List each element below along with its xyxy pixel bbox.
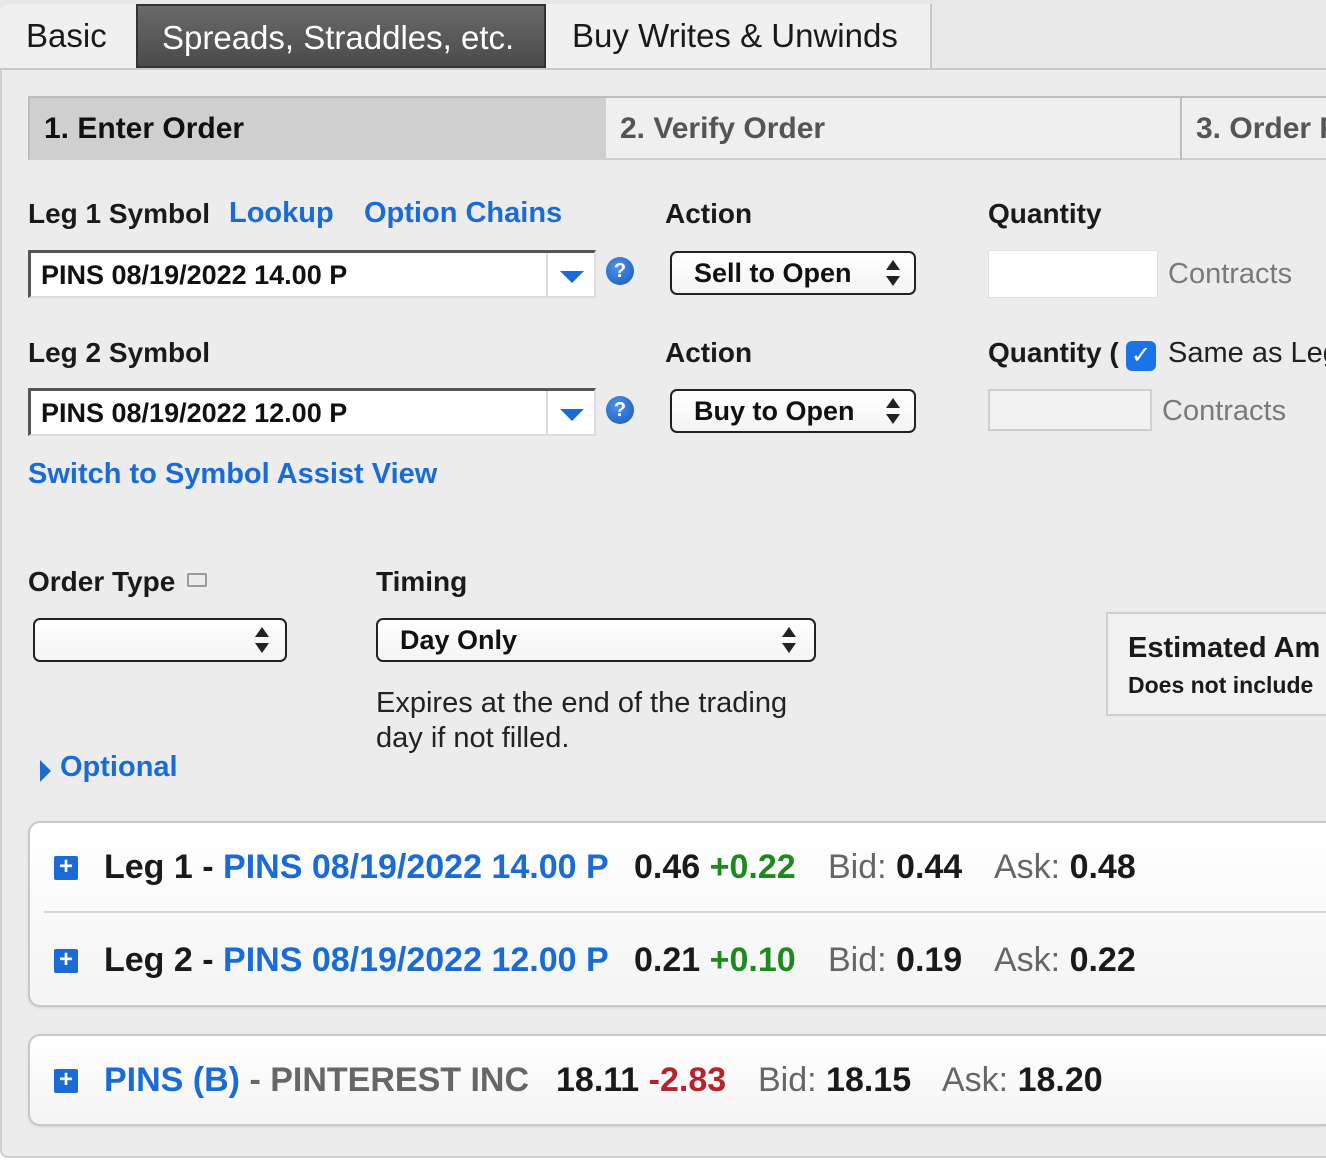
leg2-quote-symbol-link[interactable]: PINS 08/19/2022 12.00 P xyxy=(223,941,609,979)
timing-label: Timing xyxy=(376,566,468,597)
step-enter-order: 1. Enter Order xyxy=(30,98,606,160)
estimated-amount-title: Estimated Am xyxy=(1128,632,1321,664)
select-arrows-icon xyxy=(255,627,269,653)
leg2-symbol-value: PINS 08/19/2022 12.00 P xyxy=(41,398,348,428)
leg1-bid: 0.44 xyxy=(896,848,963,886)
switch-view-link[interactable]: Switch to Symbol Assist View xyxy=(28,458,437,491)
leg2-quote-bid: Bid: 0.19 xyxy=(828,941,962,980)
leg1-action-label: Action xyxy=(665,198,753,229)
timing-value: Day Only xyxy=(400,625,518,655)
step-order-placed: 3. Order F xyxy=(1196,112,1326,145)
timing-select[interactable]: Day Only xyxy=(376,618,816,662)
leg2-quote-last: 0.21 +0.10 xyxy=(634,941,796,980)
leg1-quote-prefix: Leg 1 - xyxy=(104,848,224,886)
leg2-action-label: Action xyxy=(665,337,753,368)
leg2-last-price: 0.21 xyxy=(634,941,701,979)
order-type-tabs: Basic Spreads, Straddles, etc. Buy Write… xyxy=(0,0,1326,70)
leg2-quote-prefix: Leg 2 - xyxy=(104,941,224,979)
estimated-amount-note: Does not include xyxy=(1128,672,1314,698)
leg1-quote-last: 0.46 +0.22 xyxy=(634,848,796,887)
comment-icon[interactable] xyxy=(187,573,207,587)
underlying-quote-panel: + PINS (B) - PINTEREST INC 18.11 -2.83 B… xyxy=(28,1034,1326,1126)
leg2-bid-label: Bid: xyxy=(828,941,887,979)
order-steps: 1. Enter Order 2. Verify Order 3. Order … xyxy=(28,96,1326,160)
leg2-ask-label: Ask: xyxy=(994,941,1061,979)
select-arrows-icon xyxy=(886,398,900,424)
leg1-quote-ask: Ask: 0.48 xyxy=(994,848,1136,887)
leg2-quote-ask: Ask: 0.22 xyxy=(994,941,1136,980)
order-type-label: Order Type xyxy=(28,566,176,597)
tab-basic[interactable]: Basic xyxy=(0,4,138,68)
underlying-last-price: 18.11 xyxy=(556,1061,640,1099)
expand-icon[interactable]: + xyxy=(54,855,78,880)
leg2-quantity-input xyxy=(988,389,1152,431)
order-type-select[interactable] xyxy=(33,618,287,662)
underlying-symbol-link[interactable]: PINS (B) xyxy=(104,1061,240,1099)
leg1-contracts-label: Contracts xyxy=(1168,258,1293,290)
leg1-quote-symbol-link[interactable]: PINS 08/19/2022 14.00 P xyxy=(223,848,609,886)
expand-icon[interactable]: + xyxy=(54,1068,78,1093)
underlying-ask-value: 18.20 xyxy=(1017,1061,1103,1099)
lookup-link[interactable]: Lookup xyxy=(229,197,334,230)
chevron-right-icon[interactable] xyxy=(40,760,51,782)
leg2-symbol-label: Leg 2 Symbol xyxy=(28,337,211,368)
leg1-symbol-label: Leg 1 Symbol xyxy=(28,198,211,229)
step-verify-order: 2. Verify Order xyxy=(620,112,826,145)
help-icon[interactable]: ? xyxy=(606,257,634,285)
leg1-ask-label: Ask: xyxy=(994,848,1061,886)
leg1-bid-label: Bid: xyxy=(828,848,887,886)
underlying-ask: Ask: 18.20 xyxy=(942,1061,1103,1100)
underlying-bid-label: Bid: xyxy=(758,1061,817,1099)
option-chains-link[interactable]: Option Chains xyxy=(364,197,562,230)
leg1-quantity-label: Quantity xyxy=(988,198,1102,229)
optional-toggle[interactable]: Optional xyxy=(60,751,178,784)
tab-buy-writes[interactable]: Buy Writes & Unwinds xyxy=(546,4,932,68)
leg2-action-select[interactable]: Buy to Open xyxy=(670,389,916,433)
leg2-contracts-label: Contracts xyxy=(1162,395,1287,427)
chevron-down-icon xyxy=(560,271,584,283)
leg1-symbol-dropdown-button[interactable] xyxy=(546,253,594,297)
leg2-bid: 0.19 xyxy=(896,941,963,979)
leg1-ask: 0.48 xyxy=(1069,848,1136,886)
leg2-symbol-combobox[interactable]: PINS 08/19/2022 12.00 P xyxy=(28,388,596,436)
chevron-down-icon xyxy=(560,409,584,421)
leg2-change: +0.10 xyxy=(709,941,796,979)
leg2-ask: 0.22 xyxy=(1069,941,1136,979)
leg1-quote-row: Leg 1 - PINS 08/19/2022 14.00 P xyxy=(104,848,609,887)
tab-spreads[interactable]: Spreads, Straddles, etc. xyxy=(136,4,546,68)
leg2-symbol-dropdown-button[interactable] xyxy=(546,391,594,435)
underlying-company-name: - PINTEREST INC xyxy=(240,1061,530,1099)
underlying-bid-value: 18.15 xyxy=(826,1061,912,1099)
estimated-amount-box: Estimated Am Does not include xyxy=(1106,612,1326,716)
leg1-symbol-combobox[interactable]: PINS 08/19/2022 14.00 P xyxy=(28,250,596,298)
select-arrows-icon xyxy=(886,260,900,286)
help-icon[interactable]: ? xyxy=(606,396,634,424)
leg1-last-price: 0.46 xyxy=(634,848,701,886)
timing-description-line2: day if not filled. xyxy=(376,722,570,754)
leg1-action-select[interactable]: Sell to Open xyxy=(670,251,916,295)
leg1-action-value: Sell to Open xyxy=(694,258,852,288)
underlying-last: 18.11 -2.83 xyxy=(556,1061,726,1100)
underlying-quote-row: PINS (B) - PINTEREST INC xyxy=(104,1061,529,1100)
select-arrows-icon xyxy=(782,627,796,653)
underlying-ask-label: Ask: xyxy=(942,1061,1009,1099)
underlying-change: -2.83 xyxy=(648,1061,727,1099)
same-as-leg-label: Same as Leg xyxy=(1168,337,1326,369)
leg1-quantity-input[interactable] xyxy=(988,250,1158,298)
leg2-quote-row: Leg 2 - PINS 08/19/2022 12.00 P xyxy=(104,941,609,980)
underlying-bid: Bid: 18.15 xyxy=(758,1061,911,1100)
leg-quotes-panel: + Leg 1 - PINS 08/19/2022 14.00 P 0.46 +… xyxy=(28,821,1326,1007)
quote-divider xyxy=(44,911,1326,913)
timing-description-line1: Expires at the end of the trading xyxy=(376,687,788,719)
leg2-quantity-label: Quantity ( xyxy=(988,337,1119,368)
expand-icon[interactable]: + xyxy=(54,948,78,973)
leg1-quote-bid: Bid: 0.44 xyxy=(828,848,962,887)
leg1-symbol-value: PINS 08/19/2022 14.00 P xyxy=(41,260,348,290)
leg1-change: +0.22 xyxy=(709,848,796,886)
same-as-leg-checkbox[interactable]: ✓ xyxy=(1126,341,1156,371)
leg2-action-value: Buy to Open xyxy=(694,396,855,426)
